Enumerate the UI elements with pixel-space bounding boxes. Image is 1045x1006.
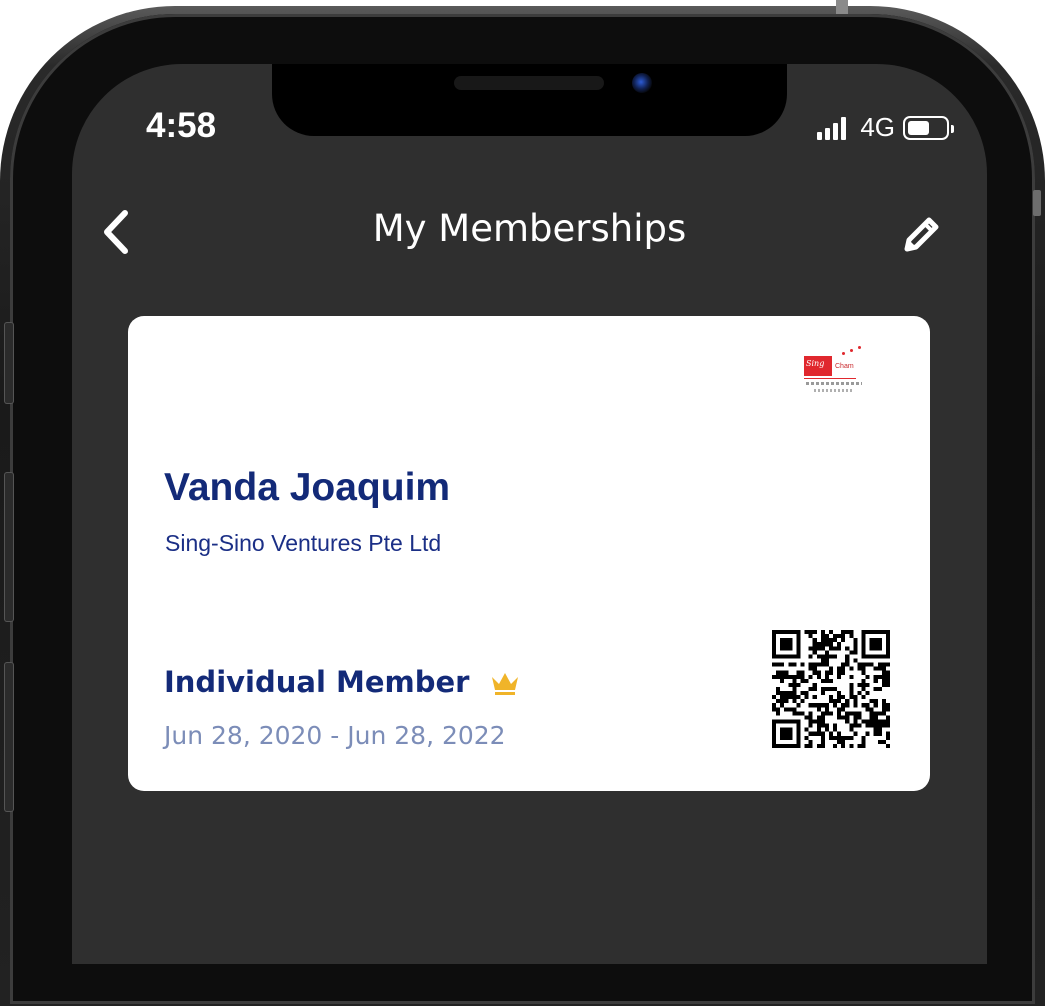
antenna-band-side — [1033, 190, 1041, 216]
battery-icon — [903, 115, 954, 140]
front-camera — [632, 73, 652, 93]
volume-up-button — [4, 472, 14, 622]
volume-down-button — [4, 662, 14, 812]
membership-card[interactable]: Sing Cham Vanda Joaquim Sing-Sino Ventur… — [128, 316, 930, 791]
membership-type: Individual Member — [164, 665, 470, 699]
chamber-logo: Sing Cham — [804, 346, 864, 396]
member-name: Vanda Joaquim — [164, 466, 451, 509]
qr-code[interactable] — [772, 630, 890, 748]
membership-validity: Jun 28, 2020 - Jun 28, 2022 — [164, 721, 506, 750]
app-screen: 4:58 4G My Memberships Sing Cham Vanda J… — [72, 64, 987, 964]
member-company: Sing-Sino Ventures Pte Ltd — [165, 530, 442, 556]
status-time: 4:58 — [146, 106, 217, 145]
notch — [272, 64, 787, 136]
mute-switch — [4, 322, 14, 404]
network-type: 4G — [860, 112, 895, 142]
page-title: My Memberships — [372, 207, 687, 250]
signal-icon — [817, 116, 847, 140]
crown-icon — [492, 673, 518, 695]
status-indicators: 4G — [817, 112, 954, 143]
edit-button[interactable] — [897, 206, 949, 258]
speaker-grille — [454, 76, 604, 90]
logo-script: Sing — [806, 359, 825, 368]
pencil-icon — [904, 217, 939, 252]
logo-wordmark: Cham — [835, 363, 854, 370]
